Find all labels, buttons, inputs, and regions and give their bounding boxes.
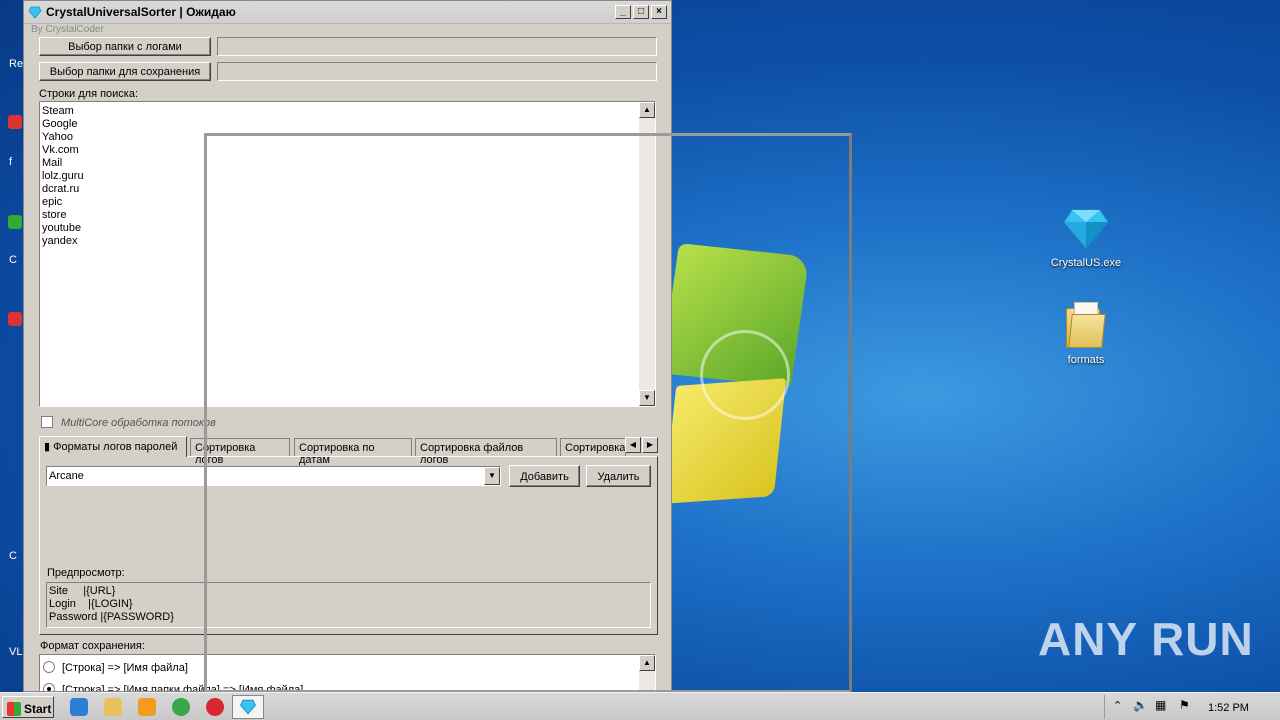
search-lines-list: Steam Google Yahoo Vk.com Mail lolz.guru dcrat… — [40, 102, 655, 248]
maximize-button[interactable]: □ — [633, 5, 649, 19]
taskbar: Start ⌃ 🔈 ▦ ⚑ 1:52 PM — [0, 692, 1280, 720]
taskbar-clock[interactable]: 1:52 PM — [1208, 702, 1249, 714]
desktop-label-partial: Re — [9, 58, 24, 70]
minimize-button[interactable]: _ — [615, 5, 631, 19]
desktop-label-partial: VL — [9, 646, 23, 658]
multicore-label: MultiCore обработка потоков — [61, 417, 216, 429]
window-titlebar[interactable]: CrystalUniversalSorter | Ожидаю _ □ × — [24, 1, 671, 24]
tab-scroll-right-icon[interactable]: ▶ — [642, 437, 658, 453]
anyrun-watermark: ANY RUN — [1038, 612, 1254, 666]
file-explorer-icon[interactable] — [104, 698, 122, 716]
internet-explorer-icon[interactable] — [70, 698, 88, 716]
search-line: Mail — [42, 157, 63, 169]
start-label: Start — [24, 701, 52, 716]
watermark-text: ANY RUN — [1038, 613, 1254, 665]
save-format-scrollbar[interactable]: ▲ — [639, 655, 655, 691]
search-line: youtube — [42, 222, 82, 234]
search-line: dcrat.ru — [42, 183, 80, 195]
close-button[interactable]: × — [651, 5, 667, 19]
gem-icon — [240, 699, 256, 715]
radio-option-2-label: [Строка] => [Имя папки файла] => [Имя фа… — [62, 684, 304, 692]
opera-icon[interactable] — [206, 698, 224, 716]
preview-box: Site |{URL} Login |{LOGIN} Password |{PA… — [46, 582, 651, 628]
search-line: Vk.com — [42, 144, 79, 156]
desktop-label-partial: f — [9, 156, 13, 168]
select-logs-folder-button[interactable]: Выбор папки с логами — [39, 37, 211, 56]
wallpaper-arc — [700, 330, 790, 420]
tab-password-log-formats[interactable]: ▮ Форматы логов паролей — [39, 436, 187, 457]
flag-icon[interactable]: ⚑ — [1179, 698, 1190, 712]
search-line: Steam — [42, 105, 74, 117]
radio-option-1[interactable] — [43, 661, 55, 673]
app-gem-icon — [28, 6, 42, 19]
save-folder-path-field[interactable] — [217, 62, 657, 81]
search-line: store — [42, 209, 67, 221]
chevron-down-icon[interactable]: ▼ — [484, 467, 500, 485]
radio-option-2[interactable] — [43, 683, 55, 691]
taskbar-crystal-app-button[interactable] — [232, 695, 264, 719]
opera-icon-partial[interactable] — [8, 312, 22, 326]
media-player-icon[interactable] — [138, 698, 156, 716]
desktop-icon-formats[interactable]: formats — [1046, 302, 1126, 366]
volume-icon[interactable]: 🔈 — [1133, 698, 1148, 712]
scroll-up-arrow-icon[interactable]: ▲ — [639, 102, 655, 118]
scroll-up-arrow-icon[interactable]: ▲ — [639, 655, 655, 671]
search-line: Yahoo — [42, 131, 73, 143]
system-tray: ⌃ 🔈 ▦ ⚑ — [1104, 695, 1280, 719]
crystal-sorter-window: CrystalUniversalSorter | Ожидаю _ □ × By… — [23, 0, 672, 692]
tab-log-files-sorting[interactable]: Сортировка файлов логов — [415, 438, 557, 466]
save-format-label: Формат сохранения: — [40, 640, 145, 652]
add-button[interactable]: Добавить — [509, 465, 580, 487]
combo-value: Arcane — [49, 470, 84, 482]
window-title: CrystalUniversalSorter | Ожидаю — [46, 5, 236, 19]
search-lines-textbox[interactable]: Steam Google Yahoo Vk.com Mail lolz.guru dcrat… — [39, 101, 656, 407]
network-icon[interactable]: ▦ — [1155, 698, 1166, 712]
search-line: Google — [42, 118, 78, 130]
byline: By CrystalCoder — [31, 24, 104, 35]
logs-folder-path-field[interactable] — [217, 37, 657, 56]
search-line: epic — [42, 196, 63, 208]
chrome-icon-partial[interactable] — [8, 215, 22, 229]
preview-line: Site |{URL} — [49, 585, 116, 597]
search-lines-scrollbar[interactable]: ▲ ▼ — [639, 102, 655, 406]
start-button[interactable]: Start — [2, 696, 54, 718]
preview-line: Password |{PASSWORD} — [49, 611, 174, 623]
tab-date-sorting[interactable]: Сортировка по датам — [294, 438, 412, 466]
folder-icon — [1066, 302, 1106, 348]
tab-label: Форматы логов паролей — [53, 441, 178, 453]
search-lines-label: Строки для поиска: — [39, 88, 139, 100]
desktop-icon-crystalus[interactable]: CrystalUS.exe — [1046, 206, 1126, 269]
multicore-checkbox[interactable] — [41, 416, 53, 428]
save-format-options: [Строка] => [Имя файла] [Строка] => [Имя… — [39, 654, 656, 692]
desktop-icon-label: formats — [1067, 354, 1105, 366]
log-format-combobox[interactable]: Arcane ▼ — [46, 466, 501, 486]
select-save-folder-button[interactable]: Выбор папки для сохранения — [39, 62, 211, 81]
tab-scroll-left-icon[interactable]: ◀ — [625, 437, 641, 453]
desktop-icon-label: CrystalUS.exe — [1050, 257, 1122, 269]
tab-grip-icon: ▮ — [44, 441, 51, 453]
desktop-label-partial: C — [9, 254, 17, 266]
tab-log-sorting[interactable]: Сортировка логов — [190, 438, 290, 466]
tab-strip: ▮ Форматы логов паролей Сортировка логов… — [39, 436, 659, 466]
gem-icon — [1063, 209, 1109, 249]
left-desktop-strip: Re f C C VL — [0, 0, 24, 692]
app-icon-partial[interactable] — [8, 115, 22, 129]
tray-expand-icon[interactable]: ⌃ — [1113, 699, 1122, 712]
preview-label: Предпросмотр: — [47, 567, 125, 579]
tab-sorting-partial[interactable]: Сортировка — [560, 438, 626, 456]
search-line: yandex — [42, 235, 78, 247]
radio-option-1-label: [Строка] => [Имя файла] — [62, 662, 188, 674]
search-line: lolz.guru — [42, 170, 84, 182]
desktop-label-partial: C — [9, 550, 17, 562]
scroll-down-arrow-icon[interactable]: ▼ — [639, 390, 655, 406]
chrome-icon[interactable] — [172, 698, 190, 716]
preview-line: Login |{LOGIN} — [49, 598, 133, 610]
windows-logo-icon — [7, 701, 21, 716]
delete-button[interactable]: Удалить — [586, 465, 651, 487]
